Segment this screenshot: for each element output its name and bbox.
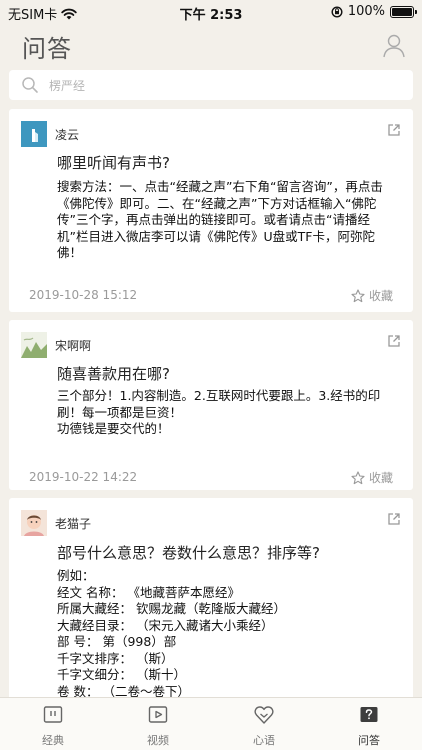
heart-icon (254, 706, 274, 724)
star-icon (351, 288, 365, 302)
username: 老猫子 (55, 517, 92, 531)
qa-card[interactable]: 宋啊啊 随喜善款用在哪? 三个部分！1.内容制造。2.互联网时代要跟上。3.经书… (9, 320, 413, 490)
video-play-icon (148, 706, 168, 723)
book-icon (43, 706, 63, 723)
avatar (21, 510, 47, 536)
battery-icon (390, 5, 417, 18)
share-icon[interactable] (387, 123, 401, 137)
tab-label: 视频 (147, 734, 169, 747)
search-input[interactable] (47, 74, 391, 98)
page-title: 问答 (22, 35, 72, 63)
share-icon[interactable] (387, 512, 401, 526)
username: 宋啊啊 (55, 339, 92, 353)
qa-card[interactable]: 老猫子 部号什么意思？卷数什么意思？排序等? 例如： 经文 名称： 《地藏菩萨本… (9, 498, 413, 708)
tab-qa[interactable]: 问答 (334, 704, 404, 748)
question-title[interactable]: 哪里听闻有声书? (57, 152, 170, 173)
tab-bar: 经典 视频 心语 问答 (0, 697, 422, 750)
favorite-button[interactable]: 收藏 (351, 287, 393, 304)
answer-text: 搜索方法：一、点击“经藏之声”右下角“留言咨询”，再点击《佛陀传》即可。二、在“… (57, 179, 383, 260)
tab-heart-words[interactable]: 心语 (229, 704, 299, 748)
user-profile-icon[interactable] (380, 31, 408, 59)
post-date: 2019-10-22 14:22 (29, 470, 138, 484)
nav-header: 问答 (0, 22, 422, 68)
rotation-lock-icon (331, 5, 343, 18)
question-title[interactable]: 部号什么意思？卷数什么意思？排序等? (57, 542, 320, 563)
avatar (21, 121, 47, 147)
status-bar: 无SIM卡 下午 2:53 100% (0, 0, 422, 23)
answer-text: 例如： 经文 名称： 《地藏菩萨本愿经》 所属大藏经： 钦赐龙藏（乾隆版大藏经）… (57, 568, 286, 699)
favorite-label: 收藏 (368, 289, 393, 303)
search-icon (22, 77, 38, 93)
search-bar (9, 70, 413, 100)
answer-text: 三个部分！1.内容制造。2.互联网时代要跟上。3.经书的印刷！每一项都是巨资！ … (57, 388, 381, 436)
tab-label: 经典 (42, 734, 64, 747)
tab-label: 心语 (253, 734, 275, 747)
question-title[interactable]: 随喜善款用在哪? (57, 363, 170, 384)
qa-card[interactable]: 凌云 哪里听闻有声书? 搜索方法：一、点击“经藏之声”右下角“留言咨询”，再点击… (9, 109, 413, 312)
battery-percent: 100% (347, 4, 385, 19)
tab-video[interactable]: 视频 (123, 704, 193, 748)
star-icon (351, 470, 365, 484)
share-icon[interactable] (387, 334, 401, 348)
username: 凌云 (55, 128, 80, 142)
tab-label: 问答 (358, 734, 380, 747)
favorite-label: 收藏 (368, 471, 393, 485)
favorite-button[interactable]: 收藏 (351, 469, 393, 486)
tab-classics[interactable]: 经典 (18, 704, 88, 748)
avatar (21, 332, 47, 358)
post-date: 2019-10-28 15:12 (29, 288, 138, 302)
question-icon (360, 707, 378, 722)
